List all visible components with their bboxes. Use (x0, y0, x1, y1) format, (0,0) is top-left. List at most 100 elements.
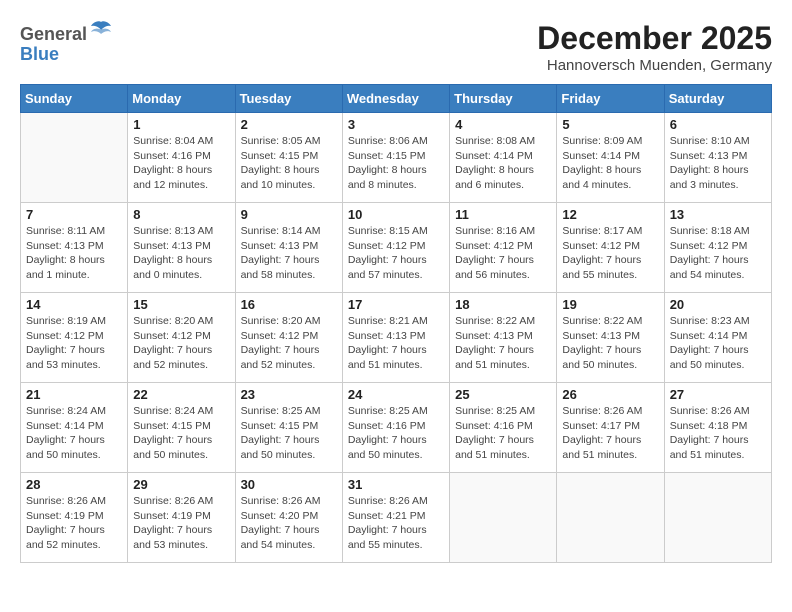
calendar-cell: 31 Sunrise: 8:26 AM Sunset: 4:21 PM Dayli… (342, 473, 449, 563)
day-number: 26 (562, 387, 658, 402)
day-number: 28 (26, 477, 122, 492)
day-number: 9 (241, 207, 337, 222)
calendar-cell: 12 Sunrise: 8:17 AM Sunset: 4:12 PM Dayli… (557, 203, 664, 293)
calendar-cell: 2 Sunrise: 8:05 AM Sunset: 4:15 PM Daylig… (235, 113, 342, 203)
day-info: Sunrise: 8:26 AM Sunset: 4:21 PM Dayligh… (348, 494, 444, 553)
column-header-wednesday: Wednesday (342, 85, 449, 113)
calendar-cell: 29Sunrise: 8:26 AM Sunset: 4:19 PM Dayli… (128, 473, 235, 563)
day-info: Sunrise: 8:21 AM Sunset: 4:13 PM Dayligh… (348, 314, 444, 373)
day-info: Sunrise: 8:18 AM Sunset: 4:12 PM Dayligh… (670, 224, 766, 283)
calendar-cell: 11 Sunrise: 8:16 AM Sunset: 4:12 PM Dayli… (450, 203, 557, 293)
day-info: Sunrise: 8:26 AM Sunset: 4:17 PM Dayligh… (562, 404, 658, 463)
day-info: Sunrise: 8:16 AM Sunset: 4:12 PM Dayligh… (455, 224, 551, 283)
calendar-cell: 4 Sunrise: 8:08 AM Sunset: 4:14 PM Daylig… (450, 113, 557, 203)
calendar-cell (21, 113, 128, 203)
day-info: Sunrise: 8:05 AM Sunset: 4:15 PM Dayligh… (241, 134, 337, 193)
day-info: Sunrise: 8:25 AM Sunset: 4:16 PM Dayligh… (348, 404, 444, 463)
calendar-cell: 21 Sunrise: 8:24 AM Sunset: 4:14 PM Dayli… (21, 383, 128, 473)
day-number: 23 (241, 387, 337, 402)
calendar-cell: 9 Sunrise: 8:14 AM Sunset: 4:13 PM Daylig… (235, 203, 342, 293)
day-info: Sunrise: 8:23 AM Sunset: 4:14 PM Dayligh… (670, 314, 766, 373)
calendar-cell: 3Sunrise: 8:06 AM Sunset: 4:15 PM Daylig… (342, 113, 449, 203)
day-number: 4 (455, 117, 551, 132)
calendar-cell: 8 Sunrise: 8:13 AM Sunset: 4:13 PM Daylig… (128, 203, 235, 293)
day-number: 2 (241, 117, 337, 132)
column-header-monday: Monday (128, 85, 235, 113)
day-number: 29 (133, 477, 229, 492)
title-block: December 2025 Hannoversch Muenden, Germa… (537, 20, 772, 74)
calendar-cell: 30 Sunrise: 8:26 AM Sunset: 4:20 PM Dayli… (235, 473, 342, 563)
column-header-sunday: Sunday (21, 85, 128, 113)
day-info: Sunrise: 8:25 AM Sunset: 4:16 PM Dayligh… (455, 404, 551, 463)
day-number: 16 (241, 297, 337, 312)
day-number: 18 (455, 297, 551, 312)
day-info: Sunrise: 8:25 AM Sunset: 4:15 PM Dayligh… (241, 404, 337, 463)
day-number: 14 (26, 297, 122, 312)
day-info: Sunrise: 8:26 AM Sunset: 4:19 PM Dayligh… (26, 494, 122, 553)
day-info: Sunrise: 8:20 AM Sunset: 4:12 PM Dayligh… (133, 314, 229, 373)
day-number: 1 (133, 117, 229, 132)
day-info: Sunrise: 8:26 AM Sunset: 4:18 PM Dayligh… (670, 404, 766, 463)
logo-general-text: General (20, 24, 87, 44)
calendar-cell: 13 Sunrise: 8:18 AM Sunset: 4:12 PM Dayli… (664, 203, 771, 293)
calendar-cell: 24Sunrise: 8:25 AM Sunset: 4:16 PM Dayli… (342, 383, 449, 473)
day-number: 25 (455, 387, 551, 402)
day-info: Sunrise: 8:06 AM Sunset: 4:15 PM Dayligh… (348, 134, 444, 193)
calendar-cell (664, 473, 771, 563)
column-header-saturday: Saturday (664, 85, 771, 113)
day-info: Sunrise: 8:13 AM Sunset: 4:13 PM Dayligh… (133, 224, 229, 283)
day-number: 30 (241, 477, 337, 492)
day-info: Sunrise: 8:24 AM Sunset: 4:15 PM Dayligh… (133, 404, 229, 463)
day-number: 5 (562, 117, 658, 132)
logo: General Blue (20, 20, 113, 65)
day-number: 11 (455, 207, 551, 222)
day-number: 6 (670, 117, 766, 132)
calendar-cell: 14 Sunrise: 8:19 AM Sunset: 4:12 PM Dayli… (21, 293, 128, 383)
day-info: Sunrise: 8:19 AM Sunset: 4:12 PM Dayligh… (26, 314, 122, 373)
day-info: Sunrise: 8:10 AM Sunset: 4:13 PM Dayligh… (670, 134, 766, 193)
calendar-cell: 18 Sunrise: 8:22 AM Sunset: 4:13 PM Dayli… (450, 293, 557, 383)
day-number: 22 (133, 387, 229, 402)
day-number: 12 (562, 207, 658, 222)
day-info: Sunrise: 8:08 AM Sunset: 4:14 PM Dayligh… (455, 134, 551, 193)
day-info: Sunrise: 8:17 AM Sunset: 4:12 PM Dayligh… (562, 224, 658, 283)
calendar-cell: 15Sunrise: 8:20 AM Sunset: 4:12 PM Dayli… (128, 293, 235, 383)
day-info: Sunrise: 8:09 AM Sunset: 4:14 PM Dayligh… (562, 134, 658, 193)
calendar-cell: 1 Sunrise: 8:04 AM Sunset: 4:16 PM Daylig… (128, 113, 235, 203)
day-number: 10 (348, 207, 444, 222)
calendar-cell: 28 Sunrise: 8:26 AM Sunset: 4:19 PM Dayli… (21, 473, 128, 563)
calendar-cell: 7Sunrise: 8:11 AM Sunset: 4:13 PM Daylig… (21, 203, 128, 293)
column-header-friday: Friday (557, 85, 664, 113)
calendar-table: SundayMondayTuesdayWednesdayThursdayFrid… (20, 84, 772, 563)
day-info: Sunrise: 8:22 AM Sunset: 4:13 PM Dayligh… (562, 314, 658, 373)
calendar-cell: 27Sunrise: 8:26 AM Sunset: 4:18 PM Dayli… (664, 383, 771, 473)
day-info: Sunrise: 8:24 AM Sunset: 4:14 PM Dayligh… (26, 404, 122, 463)
day-number: 31 (348, 477, 444, 492)
calendar-cell: 20Sunrise: 8:23 AM Sunset: 4:14 PM Dayli… (664, 293, 771, 383)
logo-bird-icon (89, 20, 113, 40)
calendar-cell (450, 473, 557, 563)
logo-blue-text: Blue (20, 45, 113, 65)
calendar-cell: 23 Sunrise: 8:25 AM Sunset: 4:15 PM Dayli… (235, 383, 342, 473)
calendar-cell: 17 Sunrise: 8:21 AM Sunset: 4:13 PM Dayli… (342, 293, 449, 383)
day-info: Sunrise: 8:22 AM Sunset: 4:13 PM Dayligh… (455, 314, 551, 373)
calendar-cell: 22 Sunrise: 8:24 AM Sunset: 4:15 PM Dayli… (128, 383, 235, 473)
month-title: December 2025 (537, 20, 772, 57)
day-info: Sunrise: 8:11 AM Sunset: 4:13 PM Dayligh… (26, 224, 122, 283)
column-header-tuesday: Tuesday (235, 85, 342, 113)
day-info: Sunrise: 8:26 AM Sunset: 4:20 PM Dayligh… (241, 494, 337, 553)
calendar-cell: 5 Sunrise: 8:09 AM Sunset: 4:14 PM Daylig… (557, 113, 664, 203)
calendar-cell: 19 Sunrise: 8:22 AM Sunset: 4:13 PM Dayli… (557, 293, 664, 383)
day-info: Sunrise: 8:15 AM Sunset: 4:12 PM Dayligh… (348, 224, 444, 283)
day-number: 8 (133, 207, 229, 222)
calendar-cell: 16Sunrise: 8:20 AM Sunset: 4:12 PM Dayli… (235, 293, 342, 383)
day-number: 21 (26, 387, 122, 402)
day-number: 13 (670, 207, 766, 222)
column-header-thursday: Thursday (450, 85, 557, 113)
location-subtitle: Hannoversch Muenden, Germany (537, 57, 772, 74)
day-number: 19 (562, 297, 658, 312)
day-info: Sunrise: 8:14 AM Sunset: 4:13 PM Dayligh… (241, 224, 337, 283)
day-number: 17 (348, 297, 444, 312)
day-info: Sunrise: 8:04 AM Sunset: 4:16 PM Dayligh… (133, 134, 229, 193)
calendar-cell: 10 Sunrise: 8:15 AM Sunset: 4:12 PM Dayli… (342, 203, 449, 293)
